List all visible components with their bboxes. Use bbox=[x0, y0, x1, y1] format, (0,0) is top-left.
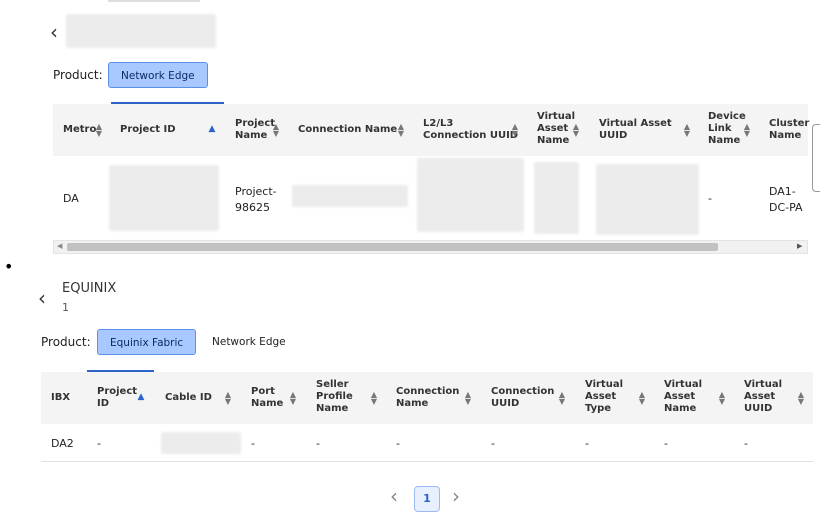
active-sort-indicator bbox=[87, 370, 154, 372]
scroll-right-arrow-icon[interactable]: ▶ bbox=[797, 242, 802, 250]
sort-icon[interactable]: ▲ ▼ bbox=[572, 123, 580, 138]
redacted-title bbox=[66, 14, 216, 48]
col-connection-name[interactable]: Connection Name bbox=[298, 124, 397, 136]
product-pill-network-edge[interactable]: Network Edge bbox=[108, 62, 208, 88]
sort-icon[interactable]: ▲ ▼ bbox=[397, 123, 405, 138]
product-pill-equinix-fabric[interactable]: Equinix Fabric bbox=[97, 329, 197, 355]
col-cable-id[interactable]: Cable ID bbox=[165, 392, 212, 404]
col-seller-profile-name[interactable]: Seller Profile Name bbox=[316, 379, 353, 415]
scroll-left-arrow-icon[interactable]: ◀ bbox=[57, 242, 62, 250]
sort-icon[interactable]: ▲ ▼ bbox=[558, 391, 566, 406]
cell-virtual-asset-uuid: - bbox=[744, 437, 748, 450]
col-connection-uuid[interactable]: L2/L3 Connection UUID bbox=[423, 118, 518, 142]
sort-icon[interactable]: ▲ ▼ bbox=[464, 391, 472, 406]
col-connection-uuid[interactable]: Connection UUID bbox=[491, 386, 554, 410]
sort-icon[interactable]: ▲ ▼ bbox=[718, 391, 726, 406]
sort-asc-icon[interactable]: ▲ bbox=[137, 393, 145, 402]
sort-icon[interactable]: ▲ ▼ bbox=[743, 123, 751, 138]
sort-icon[interactable]: ▲ ▼ bbox=[683, 123, 691, 138]
sort-icon[interactable]: ▲ ▼ bbox=[370, 391, 378, 406]
top-divider bbox=[108, 0, 200, 2]
redacted-virtual-asset-name bbox=[534, 162, 579, 234]
cell-ibx: DA2 bbox=[51, 437, 74, 450]
sort-asc-icon[interactable]: ▲ bbox=[208, 125, 216, 134]
col-virtual-asset-uuid[interactable]: Virtual Asset UUID bbox=[744, 379, 782, 415]
cell-seller-profile-name: - bbox=[316, 437, 320, 450]
col-virtual-asset-name[interactable]: Virtual Asset Name bbox=[664, 379, 702, 415]
cell-virtual-asset-name: - bbox=[664, 437, 668, 450]
cell-project-id: - bbox=[97, 437, 101, 450]
cell-device-link-name: - bbox=[708, 192, 712, 205]
cell-metro: DA bbox=[63, 192, 79, 205]
chevron-right-icon[interactable]: › bbox=[452, 486, 460, 506]
page-button-current[interactable]: 1 bbox=[414, 486, 440, 512]
col-project-name[interactable]: Project Name bbox=[235, 118, 275, 142]
sort-icon[interactable]: ▲ ▼ bbox=[272, 123, 280, 138]
sort-icon[interactable]: ▲ ▼ bbox=[638, 391, 646, 406]
chevron-left-icon[interactable]: ‹ bbox=[390, 486, 398, 506]
cell-port-name: - bbox=[251, 437, 255, 450]
col-project-id[interactable]: Project ID bbox=[120, 124, 176, 136]
row-divider bbox=[41, 461, 813, 462]
org-subtitle: 1 bbox=[62, 301, 69, 314]
active-sort-indicator bbox=[111, 102, 224, 104]
sort-icon[interactable]: ▲ ▼ bbox=[511, 123, 519, 138]
col-metro[interactable]: Metro bbox=[63, 124, 96, 136]
col-virtual-asset-name[interactable]: Virtual Asset Name bbox=[537, 111, 575, 147]
sort-icon[interactable]: ▲ ▼ bbox=[95, 123, 103, 138]
table-edge bbox=[812, 124, 820, 192]
col-virtual-asset-type[interactable]: Virtual Asset Type bbox=[585, 379, 623, 415]
list-bullet: • bbox=[4, 257, 14, 276]
sort-icon[interactable]: ▲ ▼ bbox=[289, 391, 297, 406]
product-label: Product: bbox=[53, 68, 103, 82]
back-chevron-icon[interactable]: ‹ bbox=[50, 22, 58, 42]
product-pill-network-edge[interactable]: Network Edge bbox=[200, 329, 298, 355]
col-project-id[interactable]: Project ID bbox=[97, 386, 137, 410]
cell-virtual-asset-type: - bbox=[585, 437, 589, 450]
scrollbar-thumb[interactable] bbox=[67, 243, 718, 251]
redacted-cable-id bbox=[161, 432, 241, 454]
col-virtual-asset-uuid[interactable]: Virtual Asset UUID bbox=[599, 118, 672, 142]
cell-connection-name: - bbox=[396, 437, 400, 450]
col-cluster-name[interactable]: Cluster Name bbox=[769, 118, 809, 142]
back-chevron-icon[interactable]: ‹ bbox=[38, 288, 46, 308]
col-connection-name[interactable]: Connection Name bbox=[396, 386, 459, 410]
sort-icon[interactable]: ▲ ▼ bbox=[224, 391, 232, 406]
col-device-link-name[interactable]: Device Link Name bbox=[708, 111, 746, 147]
horizontal-scrollbar[interactable]: ◀ ▶ bbox=[53, 240, 808, 254]
sort-icon[interactable]: ▲ ▼ bbox=[797, 391, 805, 406]
org-name: EQUINIX bbox=[62, 281, 117, 296]
product-label: Product: bbox=[41, 335, 91, 349]
cell-project-name: Project- 98625 bbox=[235, 185, 277, 214]
redacted-connection-name bbox=[292, 185, 408, 207]
col-ibx[interactable]: IBX bbox=[51, 392, 70, 404]
redacted-virtual-asset-uuid bbox=[596, 164, 699, 235]
cell-connection-uuid: - bbox=[491, 437, 495, 450]
col-port-name[interactable]: Port Name bbox=[251, 386, 283, 410]
redacted-project-id bbox=[109, 165, 219, 231]
cell-cluster-name: DA1- DC-PA bbox=[769, 185, 803, 214]
redacted-connection-uuid bbox=[417, 158, 524, 232]
